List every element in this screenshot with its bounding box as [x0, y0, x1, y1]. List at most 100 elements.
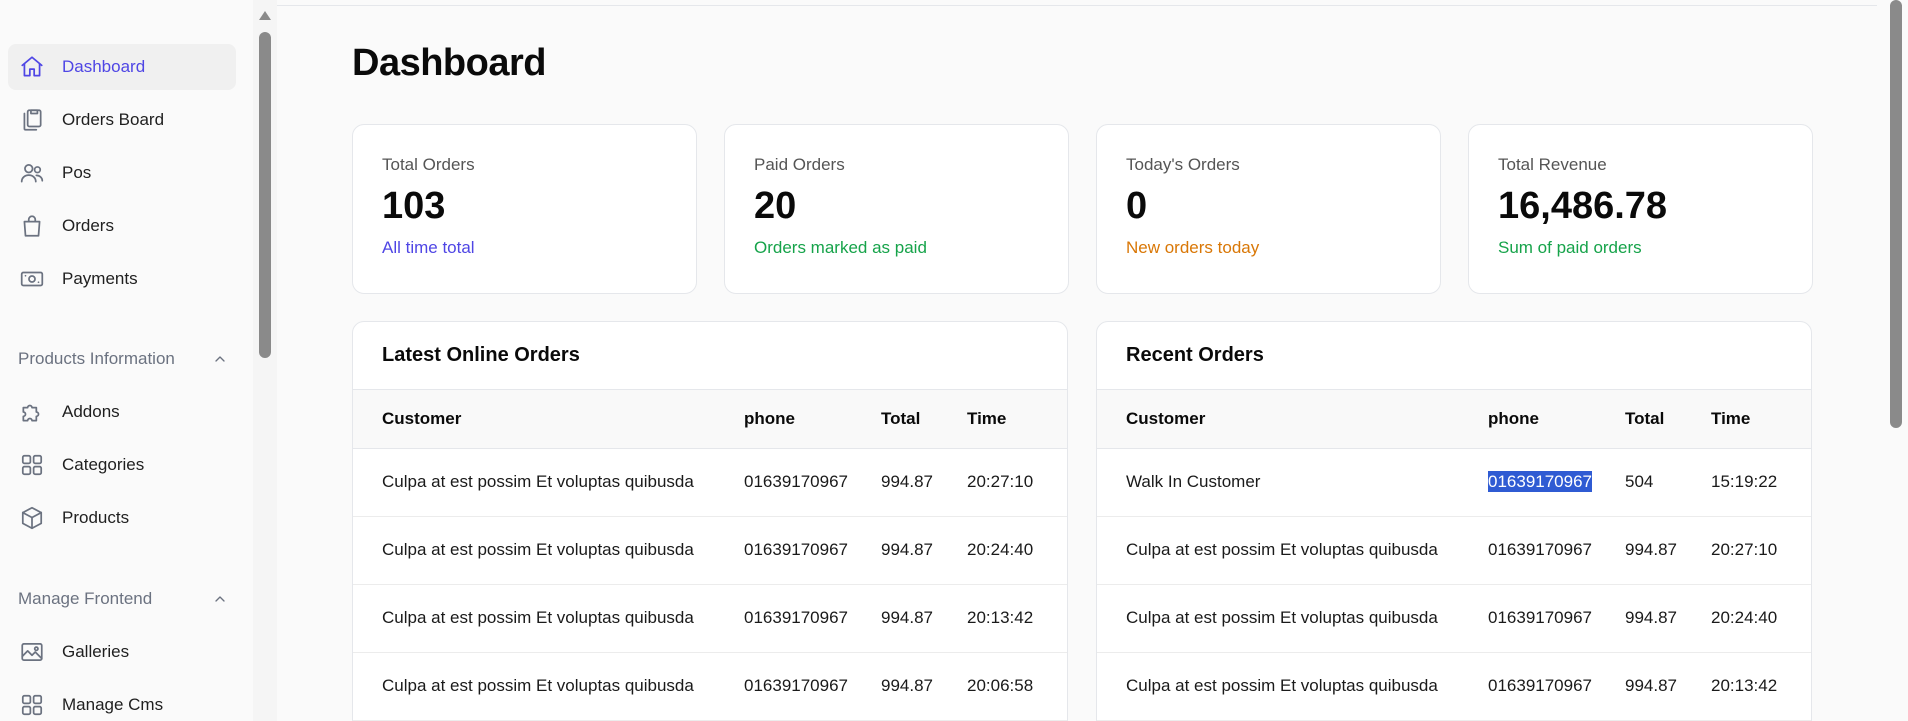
card-title: Recent Orders [1097, 322, 1811, 390]
grid-icon [19, 692, 45, 718]
chevron-up-icon [215, 356, 225, 362]
sidebar-item-label: Orders Board [62, 110, 165, 129]
sidebar-item-label: Galleries [62, 642, 130, 661]
stat-label: Today's Orders [1126, 155, 1240, 174]
table-row[interactable]: Culpa at est possim Et voluptas quibusda… [353, 584, 1067, 653]
sidebar-item-manage-cms[interactable]: Manage Cms [8, 682, 236, 721]
cell-total: 504 [1625, 448, 1711, 517]
column-header-total: Total [1625, 390, 1711, 449]
shopping-bag-icon [19, 213, 45, 239]
cell-total: 994.87 [881, 516, 967, 585]
sidebar-item-label: Categories [62, 455, 145, 474]
sidebar-item-addons[interactable]: Addons [8, 389, 236, 435]
table-row[interactable]: Culpa at est possim Et voluptas quibusda… [353, 448, 1067, 517]
column-header-customer: Customer [1097, 390, 1488, 449]
sidebar-item-payments[interactable]: Payments [8, 256, 236, 302]
card-title: Latest Online Orders [353, 322, 1067, 390]
cell-customer: Culpa at est possim Et voluptas quibusda [353, 652, 744, 721]
table-row[interactable]: Culpa at est possim Et voluptas quibusda… [1097, 516, 1811, 585]
sidebar-scrollbar-thumb[interactable] [259, 32, 271, 358]
sidebar-item-label: Addons [62, 402, 120, 421]
cell-time: 15:19:22 [1711, 448, 1811, 517]
cell-phone: 01639170967 [1488, 448, 1625, 517]
sidebar-item-orders-board[interactable]: Orders Board [8, 97, 236, 143]
column-header-time: Time [967, 390, 1067, 449]
cell-total: 994.87 [881, 652, 967, 721]
table-row[interactable]: Culpa at est possim Et voluptas quibusda… [1097, 652, 1811, 721]
cell-customer: Culpa at est possim Et voluptas quibusda [1097, 584, 1488, 653]
stat-note: All time total [382, 238, 475, 257]
sidebar-item-galleries[interactable]: Galleries [8, 629, 236, 675]
column-header-phone: phone [1488, 390, 1625, 449]
cell-phone: 01639170967 [744, 448, 881, 517]
table-row[interactable]: Culpa at est possim Et voluptas quibusda… [353, 652, 1067, 721]
section-products-information[interactable]: Products Information [18, 349, 228, 369]
cell-time: 20:27:10 [1711, 516, 1811, 585]
stat-card-todays-orders: Today's Orders 0 New orders today [1096, 124, 1441, 294]
stat-card-paid-orders: Paid Orders 20 Orders marked as paid [724, 124, 1069, 294]
cell-phone: 01639170967 [744, 584, 881, 653]
section-manage-frontend[interactable]: Manage Frontend [18, 589, 228, 609]
cell-customer: Culpa at est possim Et voluptas quibusda [353, 584, 744, 653]
cell-total: 994.87 [1625, 652, 1711, 721]
recent-orders-card: Recent Orders Customer phone Total Time … [1096, 321, 1812, 721]
scroll-up-arrow-icon[interactable] [259, 11, 271, 20]
page-scrollbar-thumb[interactable] [1890, 0, 1902, 428]
stat-note: Orders marked as paid [754, 238, 927, 257]
selected-text[interactable]: 01639170967 [1488, 471, 1593, 492]
stat-note: Sum of paid orders [1498, 238, 1642, 257]
cell-total: 994.87 [1625, 516, 1711, 585]
cell-time: 20:24:40 [1711, 584, 1811, 653]
table-row[interactable]: Walk In Customer 01639170967 504 15:19:2… [1097, 448, 1811, 517]
column-header-time: Time [1711, 390, 1811, 449]
chevron-up-icon [215, 596, 225, 602]
cell-phone: 01639170967 [744, 652, 881, 721]
stat-label: Total Revenue [1498, 155, 1607, 174]
cell-total: 994.87 [881, 584, 967, 653]
sidebar-item-categories[interactable]: Categories [8, 442, 236, 488]
sidebar-item-label: Payments [62, 269, 138, 288]
cell-customer: Culpa at est possim Et voluptas quibusda [353, 448, 744, 517]
sidebar-item-pos[interactable]: Pos [8, 150, 236, 196]
grid-icon [19, 452, 45, 478]
cell-phone: 01639170967 [1488, 516, 1625, 585]
sidebar-item-products[interactable]: Products [8, 495, 236, 541]
cell-customer: Walk In Customer [1097, 448, 1488, 517]
cell-total: 994.87 [881, 448, 967, 517]
page-title: Dashboard [352, 42, 546, 84]
stat-value: 103 [382, 185, 446, 227]
puzzle-icon [19, 399, 45, 425]
latest-online-orders-card: Latest Online Orders Customer phone Tota… [352, 321, 1068, 721]
cell-total: 994.87 [1625, 584, 1711, 653]
users-icon [19, 160, 45, 186]
cell-customer: Culpa at est possim Et voluptas quibusda [1097, 516, 1488, 585]
header-divider [277, 5, 1877, 6]
table-row[interactable]: Culpa at est possim Et voluptas quibusda… [1097, 584, 1811, 653]
cell-time: 20:13:42 [967, 584, 1067, 653]
stat-value: 20 [754, 185, 797, 227]
cell-time: 20:13:42 [1711, 652, 1811, 721]
cell-customer: Culpa at est possim Et voluptas quibusda [1097, 652, 1488, 721]
table-row[interactable]: Culpa at est possim Et voluptas quibusda… [353, 516, 1067, 585]
sidebar-item-label: Dashboard [62, 57, 146, 76]
column-header-customer: Customer [353, 390, 744, 449]
stat-note: New orders today [1126, 238, 1260, 257]
stat-card-total-revenue: Total Revenue 16,486.78 Sum of paid orde… [1468, 124, 1813, 294]
cell-customer: Culpa at est possim Et voluptas quibusda [353, 516, 744, 585]
latest-online-orders-table: Customer phone Total Time Culpa at est p… [353, 390, 1067, 721]
sidebar-item-label: Pos [62, 163, 92, 182]
cell-time: 20:24:40 [967, 516, 1067, 585]
stat-value: 0 [1126, 185, 1148, 227]
sidebar-item-orders[interactable]: Orders [8, 203, 236, 249]
cell-phone: 01639170967 [744, 516, 881, 585]
sidebar: Dashboard Orders Board Pos Orders Paymen… [0, 0, 253, 721]
stat-label: Total Orders [382, 155, 475, 174]
cell-time: 20:06:58 [967, 652, 1067, 721]
sidebar-item-label: Products [62, 508, 130, 527]
section-label: Products Information [18, 349, 175, 368]
clipboard-icon [19, 107, 45, 133]
section-label: Manage Frontend [18, 589, 153, 608]
stat-label: Paid Orders [754, 155, 845, 174]
sidebar-item-dashboard[interactable]: Dashboard [8, 44, 236, 90]
column-header-total: Total [881, 390, 967, 449]
